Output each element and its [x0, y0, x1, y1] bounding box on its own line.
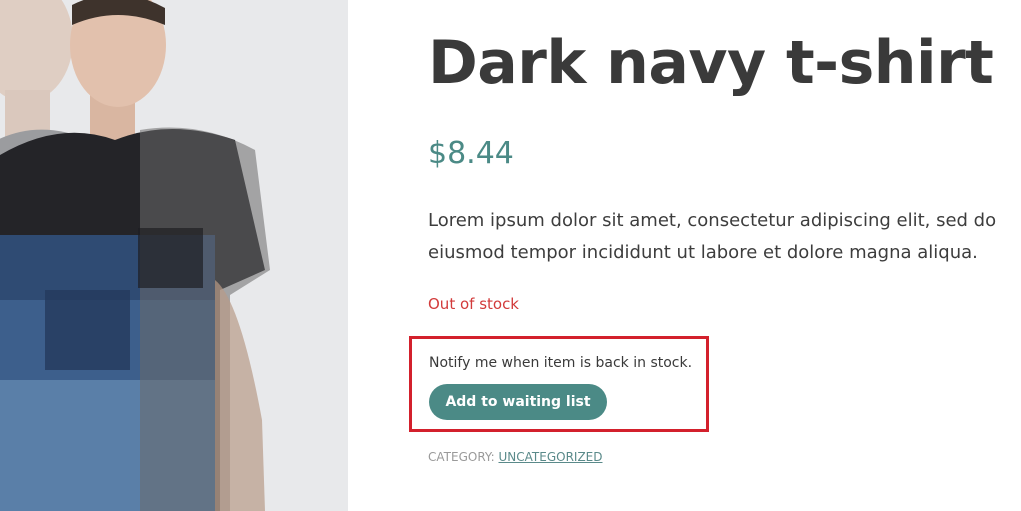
product-photo-icon	[0, 0, 348, 511]
category-label: CATEGORY:	[428, 450, 495, 464]
product-image	[0, 0, 348, 511]
product-category: CATEGORY: UNCATEGORIZED	[428, 450, 603, 464]
waitlist-highlight-box: Notify me when item is back in stock. Ad…	[409, 336, 709, 432]
category-link[interactable]: UNCATEGORIZED	[499, 450, 603, 464]
product-price: $8.44	[428, 136, 514, 171]
notify-text: Notify me when item is back in stock.	[429, 355, 693, 371]
product-description: Lorem ipsum dolor sit amet, consectetur …	[428, 210, 997, 263]
stock-status: Out of stock	[428, 295, 519, 313]
product-title: Dark navy t-shirt	[428, 28, 994, 98]
add-to-waiting-list-button[interactable]: Add to waiting list	[429, 384, 607, 420]
